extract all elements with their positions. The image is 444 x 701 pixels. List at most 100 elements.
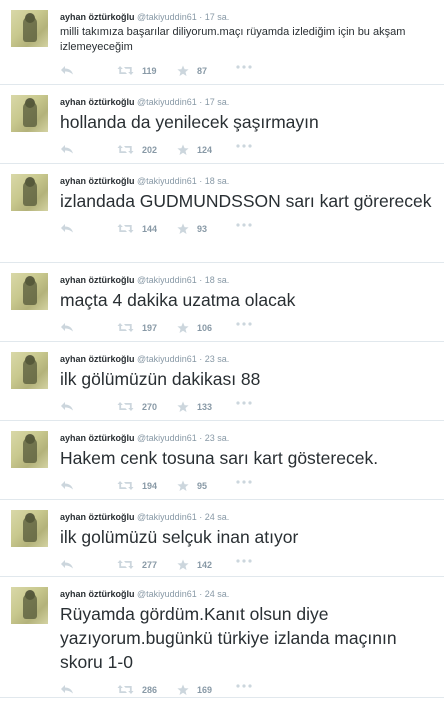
tweet-text: maçta 4 dakika uzatma olacak bbox=[60, 290, 296, 310]
star-icon bbox=[177, 144, 189, 156]
avatar[interactable] bbox=[11, 174, 48, 211]
tweet[interactable]: ayhan öztürkoğlu @takiyuddin61 · 18 sa. i… bbox=[0, 164, 444, 263]
tweet-timestamp[interactable]: 23 sa. bbox=[205, 433, 230, 443]
user-fullname[interactable]: ayhan öztürkoğlu bbox=[60, 433, 135, 443]
reply-button[interactable] bbox=[60, 401, 74, 411]
avatar[interactable] bbox=[11, 273, 48, 310]
reply-icon bbox=[60, 65, 74, 75]
reply-button[interactable] bbox=[60, 65, 74, 75]
tweet-text: ilk gölümüzün dakikası 88 bbox=[60, 369, 261, 389]
user-fullname[interactable]: ayhan öztürkoğlu bbox=[60, 176, 135, 186]
more-button[interactable] bbox=[236, 401, 252, 405]
retweet-button[interactable]: 270 bbox=[117, 401, 157, 412]
retweet-count: 270 bbox=[142, 401, 158, 412]
retweet-count: 197 bbox=[142, 322, 158, 333]
favorite-count: 87 bbox=[197, 66, 208, 76]
retweet-count: 286 bbox=[142, 684, 158, 695]
tweet-timestamp[interactable]: 24 sa. bbox=[205, 589, 230, 599]
separator: · bbox=[199, 512, 203, 522]
tweet[interactable]: ayhan öztürkoğlu @takiyuddin61 · 24 sa. i… bbox=[0, 500, 444, 577]
reply-icon bbox=[60, 559, 74, 569]
tweet-timestamp[interactable]: 18 sa. bbox=[205, 176, 230, 186]
user-handle[interactable]: @takiyuddin61 bbox=[137, 589, 197, 599]
more-button[interactable] bbox=[236, 223, 252, 227]
reply-button[interactable] bbox=[60, 559, 74, 569]
reply-button[interactable] bbox=[60, 480, 74, 490]
favorite-button[interactable]: 169 bbox=[177, 684, 212, 696]
user-handle[interactable]: @takiyuddin61 bbox=[137, 176, 197, 186]
retweet-count: 144 bbox=[142, 223, 158, 234]
avatar[interactable] bbox=[11, 10, 48, 47]
user-handle[interactable]: @takiyuddin61 bbox=[137, 12, 197, 22]
user-fullname[interactable]: ayhan öztürkoğlu bbox=[60, 354, 135, 364]
star-icon bbox=[177, 65, 189, 77]
tweet-actions: 144 93 bbox=[60, 218, 434, 240]
retweet-icon bbox=[117, 559, 134, 570]
tweet-actions: 277 142 bbox=[60, 554, 434, 576]
tweet-header: ayhan öztürkoğlu @takiyuddin61 · 17 sa. bbox=[60, 85, 434, 108]
avatar[interactable] bbox=[11, 95, 48, 132]
tweet-timestamp[interactable]: 24 sa. bbox=[205, 512, 230, 522]
more-button[interactable] bbox=[236, 322, 252, 326]
favorite-button[interactable]: 133 bbox=[177, 401, 212, 413]
user-handle[interactable]: @takiyuddin61 bbox=[137, 433, 197, 443]
user-fullname[interactable]: ayhan öztürkoğlu bbox=[60, 275, 135, 285]
tweet-text: ilk golümüzü selçuk inan atıyor bbox=[60, 527, 299, 547]
tweet[interactable]: ayhan öztürkoğlu @takiyuddin61 · 24 sa. R… bbox=[0, 577, 444, 698]
avatar[interactable] bbox=[11, 510, 48, 547]
favorite-button[interactable]: 124 bbox=[177, 144, 212, 156]
tweet-header: ayhan öztürkoğlu @takiyuddin61 · 24 sa. bbox=[60, 500, 434, 523]
reply-button[interactable] bbox=[60, 223, 74, 233]
user-fullname[interactable]: ayhan öztürkoğlu bbox=[60, 589, 135, 599]
star-icon bbox=[177, 223, 189, 235]
more-icon bbox=[236, 322, 252, 326]
star-icon bbox=[177, 401, 189, 413]
user-handle[interactable]: @takiyuddin61 bbox=[137, 275, 197, 285]
user-fullname[interactable]: ayhan öztürkoğlu bbox=[60, 12, 135, 22]
reply-button[interactable] bbox=[60, 322, 74, 332]
more-button[interactable] bbox=[236, 684, 252, 688]
more-icon bbox=[236, 401, 252, 405]
more-button[interactable] bbox=[236, 559, 252, 563]
user-handle[interactable]: @takiyuddin61 bbox=[137, 512, 197, 522]
tweet-header: ayhan öztürkoğlu @takiyuddin61 · 23 sa. bbox=[60, 342, 434, 365]
avatar[interactable] bbox=[11, 352, 48, 389]
tweet[interactable]: ayhan öztürkoğlu @takiyuddin61 · 23 sa. i… bbox=[0, 342, 444, 421]
retweet-button[interactable]: 286 bbox=[117, 684, 157, 695]
tweet[interactable]: ayhan öztürkoğlu @takiyuddin61 · 17 sa. h… bbox=[0, 85, 444, 164]
tweet-timestamp[interactable]: 23 sa. bbox=[205, 354, 230, 364]
tweet-timestamp[interactable]: 18 sa. bbox=[205, 275, 230, 285]
retweet-button[interactable]: 119 bbox=[117, 65, 157, 76]
reply-button[interactable] bbox=[60, 684, 74, 694]
retweet-button[interactable]: 197 bbox=[117, 322, 157, 333]
favorite-button[interactable]: 87 bbox=[177, 65, 207, 77]
favorite-button[interactable]: 142 bbox=[177, 559, 212, 571]
separator: · bbox=[199, 97, 203, 107]
retweet-button[interactable]: 277 bbox=[117, 559, 157, 570]
tweet-timestamp[interactable]: 17 sa. bbox=[205, 12, 230, 22]
reply-icon bbox=[60, 223, 74, 233]
retweet-button[interactable]: 194 bbox=[117, 480, 157, 491]
more-button[interactable] bbox=[236, 480, 252, 484]
avatar[interactable] bbox=[11, 587, 48, 624]
more-icon bbox=[236, 480, 252, 484]
favorite-button[interactable]: 95 bbox=[177, 480, 207, 492]
favorite-button[interactable]: 106 bbox=[177, 322, 212, 334]
user-handle[interactable]: @takiyuddin61 bbox=[137, 97, 197, 107]
avatar[interactable] bbox=[11, 431, 48, 468]
more-button[interactable] bbox=[236, 65, 252, 69]
user-handle[interactable]: @takiyuddin61 bbox=[137, 354, 197, 364]
favorite-button[interactable]: 93 bbox=[177, 223, 207, 235]
user-fullname[interactable]: ayhan öztürkoğlu bbox=[60, 512, 135, 522]
separator: · bbox=[199, 354, 203, 364]
tweet[interactable]: ayhan öztürkoğlu @takiyuddin61 · 17 sa. m… bbox=[0, 0, 444, 85]
retweet-button[interactable]: 202 bbox=[117, 144, 157, 155]
more-button[interactable] bbox=[236, 144, 252, 148]
tweet[interactable]: ayhan öztürkoğlu @takiyuddin61 · 23 sa. H… bbox=[0, 421, 444, 500]
retweet-button[interactable]: 144 bbox=[117, 223, 157, 234]
reply-button[interactable] bbox=[60, 144, 74, 154]
tweet-timestamp[interactable]: 17 sa. bbox=[205, 97, 230, 107]
tweet[interactable]: ayhan öztürkoğlu @takiyuddin61 · 18 sa. m… bbox=[0, 263, 444, 342]
user-fullname[interactable]: ayhan öztürkoğlu bbox=[60, 97, 135, 107]
retweet-icon bbox=[117, 223, 134, 234]
